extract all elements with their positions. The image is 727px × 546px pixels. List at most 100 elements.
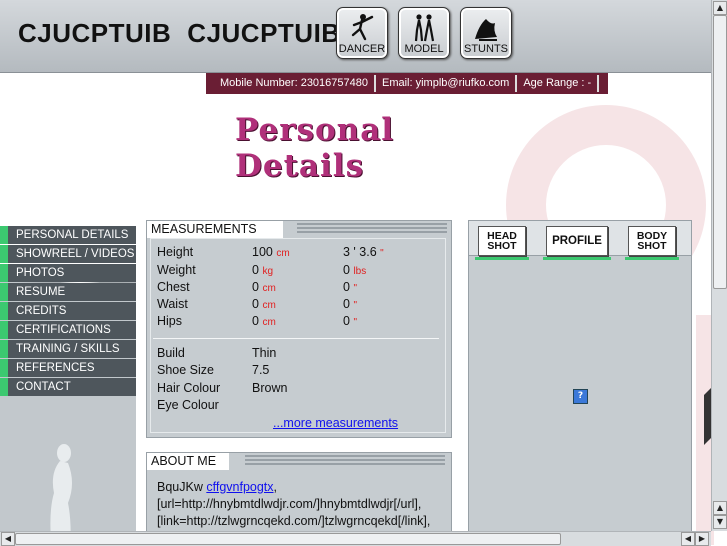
- profile-label: PROFILE: [552, 235, 602, 247]
- metric-unit: cm: [262, 300, 276, 311]
- model-label: MODEL: [404, 43, 444, 55]
- about-line-3: [link=http://tzlwgrncqekd.com/]tzlwgrncq…: [157, 514, 431, 528]
- menu-item-contact[interactable]: CONTACT: [0, 378, 136, 396]
- metric-value: 0: [252, 263, 259, 277]
- site-header: CJUCPTUIB CJUCPTUIB DANCER MODEL STUNTS: [0, 0, 714, 73]
- scroll-left-arrow-icon[interactable]: ◀: [1, 532, 15, 546]
- about-title: ABOUT ME: [147, 453, 229, 470]
- head-shot-button[interactable]: HEAD SHOT: [475, 226, 529, 260]
- measurements-title: MEASUREMENTS: [147, 221, 283, 238]
- page-title-line2: Details: [235, 148, 365, 184]
- page-title: Personal Details: [235, 112, 394, 184]
- stunts-icon: [475, 19, 497, 41]
- scroll-up-arrow-icon[interactable]: ▲: [713, 1, 727, 15]
- photos-panel: HEAD SHOT PROFILE BODY SHOT ?: [468, 220, 692, 546]
- imperial-value: 0: [343, 297, 350, 311]
- measurement-imperial: 0 ": [343, 280, 357, 294]
- imperial-value: 0: [343, 314, 350, 328]
- attribute-value: Thin: [252, 346, 277, 360]
- profile-button[interactable]: PROFILE: [543, 226, 611, 260]
- first-name: CJUCPTUIB: [18, 18, 172, 48]
- attribute-value: 7.5: [252, 363, 270, 377]
- silhouette-image: [50, 444, 72, 545]
- measurement-imperial: 3 ' 3.6 ": [343, 245, 384, 259]
- age-range: Age Range : -: [517, 75, 600, 92]
- menu-item-credits[interactable]: CREDITS: [0, 302, 136, 320]
- tab-accent: [625, 257, 679, 260]
- stunts-button[interactable]: STUNTS: [460, 7, 512, 59]
- metric-unit: cm: [262, 317, 276, 328]
- tab-accent: [543, 257, 611, 260]
- measurement-label: Weight: [157, 263, 196, 277]
- dancer-label: DANCER: [338, 43, 386, 55]
- measurement-imperial: 0 ": [343, 297, 357, 311]
- title-lines: [297, 223, 447, 235]
- attribute-label: Build: [157, 346, 185, 360]
- scroll-down-arrow-icon[interactable]: ▼: [713, 515, 727, 529]
- measurement-metric: 100 cm: [252, 245, 290, 259]
- divider: [153, 338, 439, 339]
- metric-value: 0: [252, 280, 259, 294]
- imperial-unit: ": [353, 283, 357, 294]
- attribute-label: Eye Colour: [157, 398, 219, 412]
- imperial-value: 3 ' 3.6: [343, 245, 377, 259]
- scroll-left-arrow-icon[interactable]: ◀: [681, 532, 695, 546]
- body-shot-button[interactable]: BODY SHOT: [625, 226, 679, 260]
- menu-item-personal-details[interactable]: PERSONAL DETAILS: [0, 226, 136, 244]
- measurement-metric: 0 kg: [252, 263, 273, 277]
- model-button[interactable]: MODEL: [398, 7, 450, 59]
- about-text-end: ,: [273, 480, 278, 494]
- imperial-unit: lbs: [353, 266, 367, 277]
- measurement-metric: 0 cm: [252, 280, 276, 294]
- vertical-scrollbar[interactable]: ▲ ▲ ▼: [711, 0, 727, 531]
- mobile-number: Mobile Number: 23016757480: [206, 75, 376, 92]
- scroll-up-arrow-icon[interactable]: ▲: [713, 501, 727, 515]
- broken-image-icon: ?: [573, 389, 588, 404]
- horizontal-scroll-thumb[interactable]: [15, 533, 561, 545]
- last-name: CJUCPTUIB: [187, 18, 341, 48]
- body-shot-line2: SHOT: [637, 240, 667, 252]
- measurements-table: Height 100 cm 3 ' 3.6 " Weight 0 kg 0 lb…: [153, 245, 447, 435]
- about-text-start: BquJKw: [157, 480, 207, 494]
- menu-item-resume[interactable]: RESUME: [0, 283, 136, 301]
- attribute-label: Hair Colour: [157, 381, 221, 395]
- dancer-button[interactable]: DANCER: [336, 7, 388, 59]
- menu-item-photos[interactable]: PHOTOS: [0, 264, 136, 282]
- menu-item-training-skills[interactable]: TRAINING / SKILLS: [0, 340, 136, 358]
- measurement-metric: 0 cm: [252, 314, 276, 328]
- metric-value: 0: [252, 314, 259, 328]
- metric-value: 0: [252, 297, 259, 311]
- about-link[interactable]: cffgvnfpogtx: [206, 480, 273, 494]
- email-address: Email: yimplb@riufko.com: [376, 75, 518, 92]
- more-measurements-link[interactable]: ...more measurements: [273, 416, 398, 430]
- metric-unit: cm: [276, 248, 290, 259]
- title-lines: [245, 455, 445, 467]
- measurement-label: Height: [157, 245, 194, 259]
- about-text: BquJKw cffgvnfpogtx, [url=http://hnybmtd…: [157, 479, 451, 530]
- stunts-label: STUNTS: [464, 43, 508, 55]
- imperial-value: 0: [343, 280, 350, 294]
- menu-item-showreel-videos[interactable]: SHOWREEL / VIDEOS: [0, 245, 136, 263]
- metric-unit: kg: [262, 266, 273, 277]
- page-title-line1: Personal: [235, 112, 395, 148]
- metric-unit: cm: [262, 283, 276, 294]
- imperial-unit: ": [353, 300, 357, 311]
- measurement-imperial: 0 ": [343, 314, 357, 328]
- about-line-1: BquJKw cffgvnfpogtx,: [157, 479, 451, 496]
- menu-item-references[interactable]: REFERENCES: [0, 359, 136, 377]
- vertical-scroll-thumb[interactable]: [713, 15, 727, 289]
- measurement-label: Chest: [157, 280, 190, 294]
- talent-name: CJUCPTUIB CJUCPTUIB: [18, 18, 357, 49]
- role-buttons: DANCER MODEL STUNTS: [336, 7, 512, 59]
- menu-item-certifications[interactable]: CERTIFICATIONS: [0, 321, 136, 339]
- imperial-value: 0: [343, 263, 350, 277]
- about-line-2: [url=http://hnybmtdlwdjr.com/]hnybmtdlwd…: [157, 497, 422, 511]
- measurement-imperial: 0 lbs: [343, 263, 366, 277]
- metric-value: 100: [252, 245, 273, 259]
- side-menu: PERSONAL DETAILS SHOWREEL / VIDEOS PHOTO…: [0, 226, 136, 397]
- scroll-right-arrow-icon[interactable]: ▶: [695, 532, 709, 546]
- horizontal-scrollbar[interactable]: ◀ ◀ ▶: [0, 531, 711, 546]
- head-shot-line2: SHOT: [487, 240, 517, 252]
- tab-accent: [475, 257, 529, 260]
- measurement-label: Hips: [157, 314, 183, 328]
